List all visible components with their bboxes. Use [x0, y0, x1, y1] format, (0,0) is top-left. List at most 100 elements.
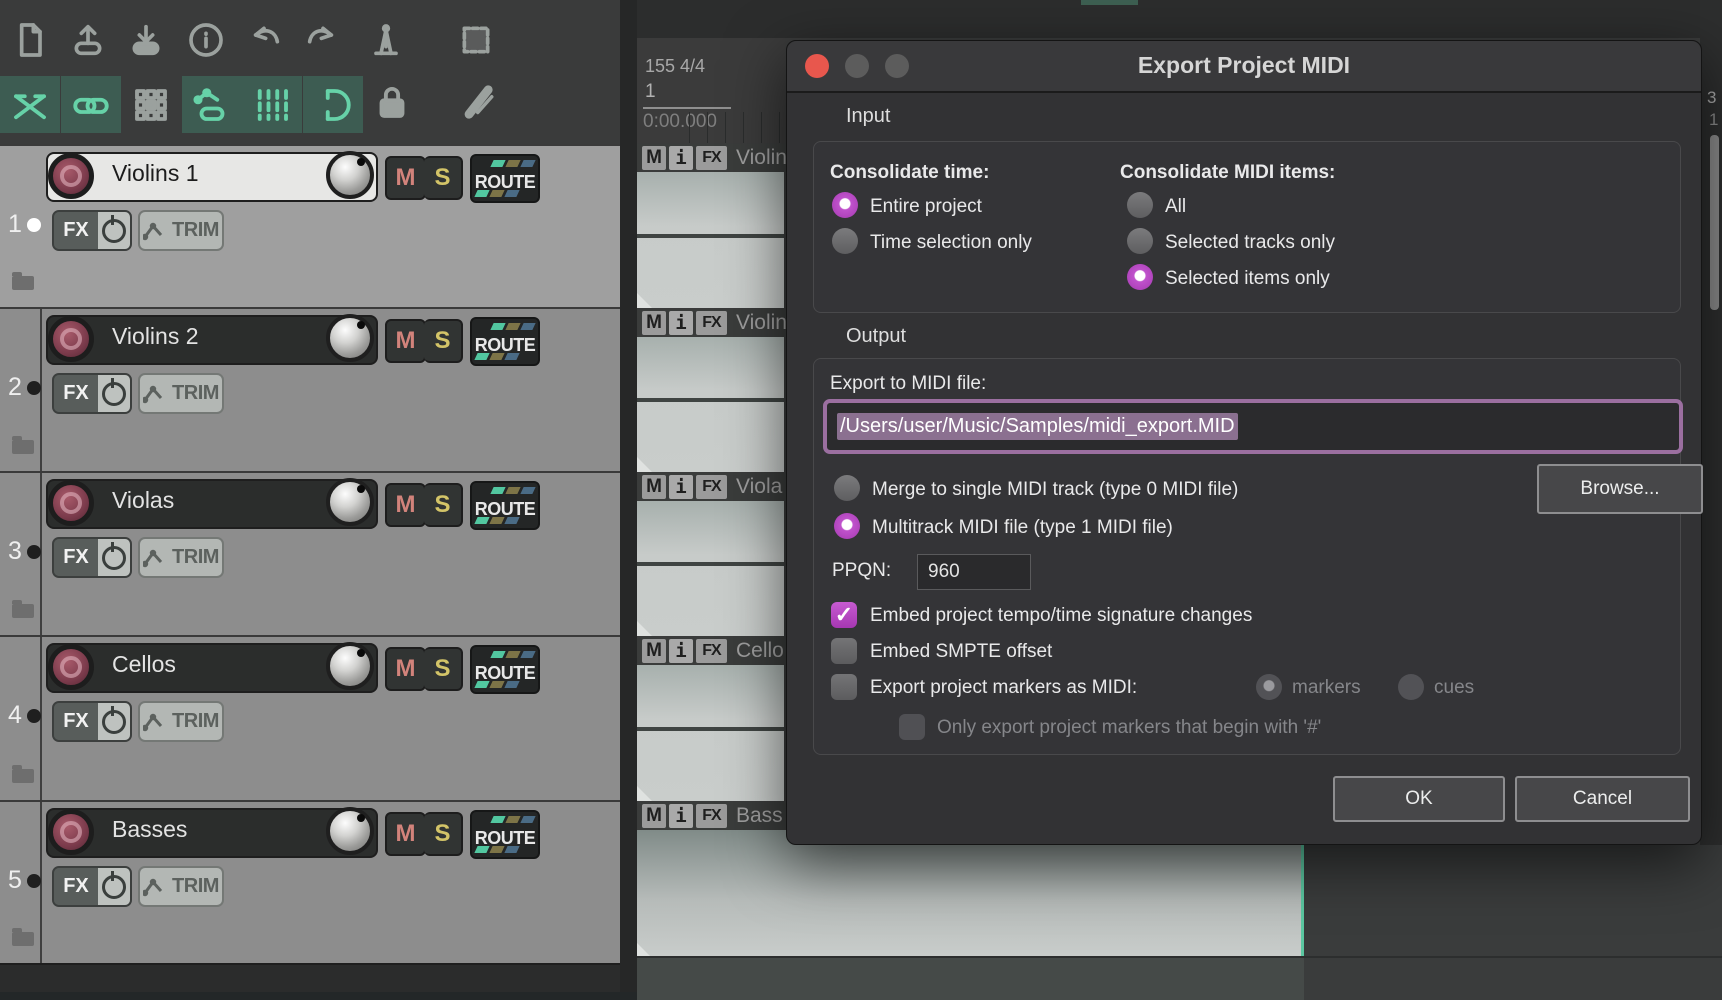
panel-arrange-divider[interactable] — [620, 0, 637, 1000]
cancel-button[interactable]: Cancel — [1515, 776, 1690, 822]
metronome-button[interactable] — [362, 18, 410, 62]
midi-item-body[interactable] — [637, 501, 784, 636]
track-row[interactable]: Violins 1 M S ROUTE FX TRIM 1 — [0, 144, 620, 309]
fx-button[interactable]: FX — [52, 537, 132, 578]
radio-time-selection-only-label[interactable]: Time selection only — [870, 232, 1032, 254]
track-select-dot[interactable] — [27, 218, 41, 232]
item-info-chip[interactable]: i — [669, 639, 693, 663]
item-mute-chip[interactable]: M — [642, 804, 666, 828]
radio-all-items[interactable] — [1127, 192, 1153, 218]
solo-button[interactable]: S — [424, 812, 463, 856]
radio-entire-project[interactable] — [832, 192, 858, 218]
timeline-ruler[interactable]: 155 4/4 1 0:00.000 — [637, 38, 785, 143]
item-fx-chip[interactable]: FX — [696, 639, 727, 663]
track-row[interactable]: Cellos M S ROUTE FX TRIM 4 — [0, 635, 620, 802]
track-select-dot[interactable] — [27, 545, 41, 559]
fx-button[interactable]: FX — [52, 701, 132, 742]
browse-button[interactable]: Browse... — [1537, 464, 1703, 514]
radio-selected-tracks-only[interactable] — [1127, 228, 1153, 254]
fx-button[interactable]: FX — [52, 373, 132, 414]
track-select-dot[interactable] — [27, 874, 41, 888]
checkbox-embed-smpte[interactable] — [831, 638, 857, 664]
track-select-dot[interactable] — [27, 381, 41, 395]
item-fx-chip[interactable]: FX — [696, 311, 727, 335]
route-button[interactable]: ROUTE — [470, 481, 540, 530]
solo-button[interactable]: S — [424, 156, 463, 200]
envelope-link-toggle[interactable] — [182, 76, 242, 133]
item-fx-chip[interactable]: FX — [696, 146, 727, 170]
fx-button[interactable]: FX — [52, 210, 132, 251]
item-info-chip[interactable]: i — [669, 146, 693, 170]
midi-item-body[interactable] — [637, 172, 784, 308]
record-arm-button[interactable] — [48, 644, 94, 690]
track-row[interactable]: Violas M S ROUTE FX TRIM 3 — [0, 471, 620, 637]
radio-selected-items-only[interactable] — [1127, 264, 1153, 290]
undo-button[interactable] — [240, 18, 288, 62]
track-name[interactable]: Violins 1 — [112, 160, 199, 187]
route-button[interactable]: ROUTE — [470, 154, 540, 203]
fx-bypass-toggle[interactable] — [98, 868, 130, 905]
project-settings-button[interactable] — [182, 18, 230, 62]
folder-icon[interactable] — [12, 769, 34, 783]
mute-button[interactable]: M — [385, 483, 426, 527]
midi-item-body[interactable] — [637, 665, 784, 801]
item-mute-chip[interactable]: M — [642, 311, 666, 335]
marquee-select-button[interactable] — [452, 18, 500, 62]
radio-merge-single-track-label[interactable]: Merge to single MIDI track (type 0 MIDI … — [872, 479, 1238, 501]
fx-bypass-toggle[interactable] — [98, 212, 130, 249]
ok-button[interactable]: OK — [1333, 776, 1505, 822]
folder-icon[interactable] — [12, 604, 34, 618]
item-info-chip[interactable]: i — [669, 475, 693, 499]
pan-knob[interactable] — [326, 807, 374, 855]
midi-item-header[interactable]: M i FX Cello — [637, 637, 789, 665]
radio-selected-items-only-label[interactable]: Selected items only — [1165, 268, 1330, 290]
save-project-button[interactable] — [122, 18, 170, 62]
pan-knob[interactable] — [326, 151, 374, 199]
auto-crossfade-toggle[interactable] — [0, 76, 60, 133]
trim-envelope-button[interactable]: TRIM — [138, 701, 224, 742]
horizontal-scrollbar[interactable] — [0, 992, 637, 1000]
fx-bypass-toggle[interactable] — [98, 703, 130, 740]
mute-button[interactable]: M — [385, 812, 426, 856]
solo-button[interactable]: S — [424, 647, 463, 691]
trim-envelope-button[interactable]: TRIM — [138, 537, 224, 578]
trim-envelope-button[interactable]: TRIM — [138, 210, 224, 251]
mute-button[interactable]: M — [385, 319, 426, 363]
dialog-titlebar[interactable]: Export Project MIDI — [787, 41, 1701, 93]
fx-bypass-toggle[interactable] — [98, 375, 130, 412]
midi-item-header[interactable]: M i FX Viola — [637, 473, 789, 501]
item-mute-chip[interactable]: M — [642, 639, 666, 663]
new-project-button[interactable] — [6, 18, 54, 62]
item-info-chip[interactable]: i — [669, 804, 693, 828]
midi-file-path-field[interactable]: /Users/user/Music/Samples/midi_export.MI… — [823, 399, 1683, 454]
record-arm-button[interactable] — [48, 316, 94, 362]
checkbox-embed-tempo-label[interactable]: Embed project tempo/time signature chang… — [870, 605, 1252, 627]
midi-item-header[interactable]: M i FX Violin — [637, 144, 789, 172]
track-name[interactable]: Basses — [112, 816, 187, 843]
radio-entire-project-label[interactable]: Entire project — [870, 196, 982, 218]
track-name[interactable]: Cellos — [112, 651, 176, 678]
folder-icon[interactable] — [12, 440, 34, 454]
item-mute-chip[interactable]: M — [642, 475, 666, 499]
item-info-chip[interactable]: i — [669, 311, 693, 335]
trim-envelope-button[interactable]: TRIM — [138, 373, 224, 414]
checkbox-export-markers[interactable] — [831, 674, 857, 700]
track-name[interactable]: Violas — [112, 487, 174, 514]
grid-settings-button[interactable] — [121, 76, 181, 133]
record-arm-button[interactable] — [48, 153, 94, 199]
track-name[interactable]: Violins 2 — [112, 323, 199, 350]
route-button[interactable]: ROUTE — [470, 317, 540, 366]
fx-button[interactable]: FX — [52, 866, 132, 907]
item-mute-chip[interactable]: M — [642, 146, 666, 170]
pan-knob[interactable] — [326, 642, 374, 690]
solo-button[interactable]: S — [424, 483, 463, 527]
ppqn-input[interactable] — [917, 554, 1031, 590]
radio-selected-tracks-only-label[interactable]: Selected tracks only — [1165, 232, 1335, 254]
checkbox-export-markers-label[interactable]: Export project markers as MIDI: — [870, 677, 1137, 699]
radio-time-selection-only[interactable] — [832, 228, 858, 254]
lock-button[interactable] — [368, 80, 416, 124]
solo-button[interactable]: S — [424, 319, 463, 363]
mute-button[interactable]: M — [385, 647, 426, 691]
record-arm-button[interactable] — [48, 809, 94, 855]
record-arm-button[interactable] — [48, 480, 94, 526]
